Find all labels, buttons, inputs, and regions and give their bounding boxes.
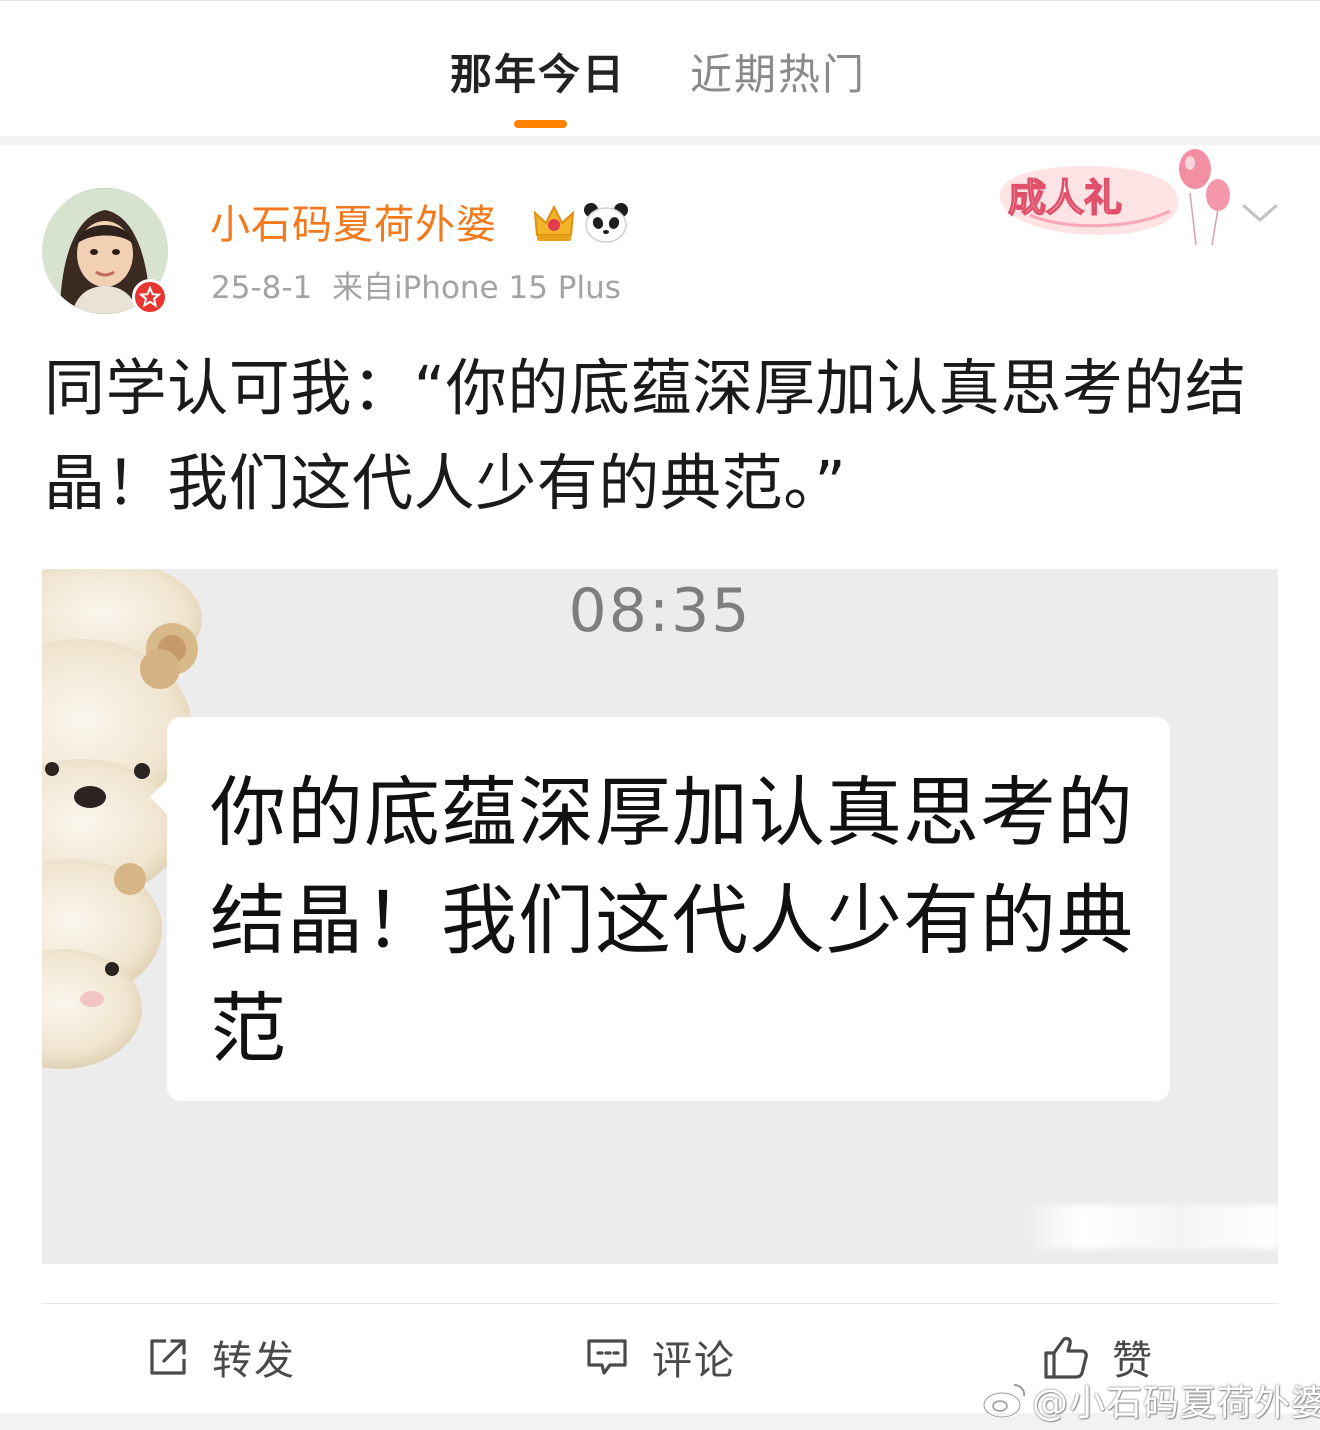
action-bar-divider — [42, 1303, 1278, 1304]
repost-icon — [150, 1339, 186, 1375]
chat-bubble: 你的底蕴深厚加认真思考的结晶！我们这代人少有的典范 — [167, 717, 1170, 1101]
crown-icon — [533, 204, 575, 241]
verified-badge-icon — [132, 279, 168, 315]
tab-recent-hot[interactable]: 近期热门 — [690, 45, 866, 105]
coming-of-age-badge[interactable]: 成人礼 — [990, 145, 1240, 259]
repost-label: 转发 — [212, 1338, 296, 1384]
weibo-screen: 那年今日 近期热门 小石码夏荷外婆 25-8-1 来自iPhone 15 Plu… — [0, 0, 1320, 1430]
comment-button[interactable]: 评论 — [584, 1329, 736, 1385]
chat-message: 你的底蕴深厚加认真思考的结晶！我们这代人少有的典范 — [210, 768, 1134, 1073]
post-image[interactable]: 08:35 你的底蕴深厚加认真思考的结晶！我们这代人少有的典范 — [42, 569, 1278, 1264]
post-card: 小石码夏荷外婆 25-8-1 来自iPhone 15 Plus 成人礼 同学认可… — [0, 145, 1320, 1413]
active-tab-indicator — [514, 120, 567, 128]
comment-icon — [587, 1339, 627, 1375]
badge-decoration-text: 成人礼 — [1008, 176, 1122, 220]
chat-bubble-tail — [150, 779, 168, 815]
tab-bar: 那年今日 近期热门 — [0, 0, 1320, 136]
blurred-name — [1032, 1205, 1278, 1249]
tab-on-this-day[interactable]: 那年今日 — [450, 45, 626, 105]
chat-time: 08:35 — [568, 576, 752, 646]
post-meta: 25-8-1 来自iPhone 15 Plus — [211, 265, 621, 311]
repost-button[interactable]: 转发 — [146, 1329, 296, 1385]
weibo-logo-icon — [982, 1384, 1026, 1419]
watermark-text: @小石码夏荷外婆 — [1032, 1383, 1320, 1424]
post-date: 25-8-1 — [211, 270, 313, 306]
post-source: 来自iPhone 15 Plus — [331, 270, 621, 306]
weibo-watermark: @小石码夏荷外婆 — [982, 1378, 1320, 1424]
chevron-down-icon[interactable] — [1240, 200, 1280, 226]
comment-label: 评论 — [652, 1338, 736, 1384]
post-text: 同学认可我：“你的底蕴深厚加认真思考的结晶！我们这代人少有的典范。” — [44, 353, 1247, 519]
panda-icon — [584, 203, 628, 243]
author-name[interactable]: 小石码夏荷外婆 — [210, 197, 497, 253]
